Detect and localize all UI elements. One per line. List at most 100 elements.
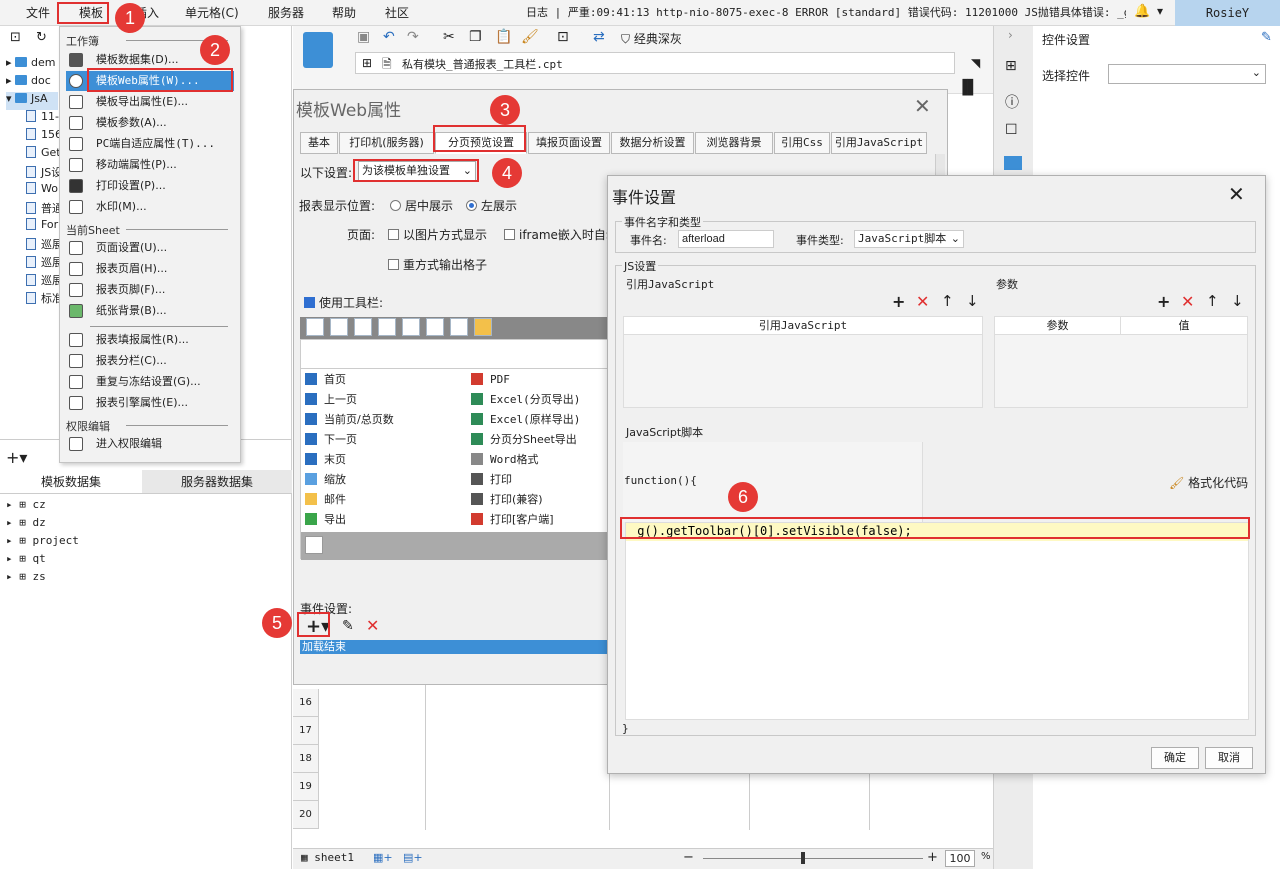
zoom-out-icon[interactable]: −	[683, 850, 694, 865]
tree-file[interactable]: For	[26, 218, 58, 236]
radio-center[interactable]: 居中展示	[390, 197, 453, 214]
radio-left[interactable]: 左展示	[466, 197, 517, 214]
close-icon[interactable]: ✕	[1228, 182, 1245, 206]
menu-item-footer[interactable]: 报表页脚(F)...	[66, 280, 234, 300]
button-excel-original[interactable]: Excel(原样导出)	[471, 410, 580, 430]
collapse-icon[interactable]: ›	[1008, 28, 1013, 42]
checkbox-use-toolbar[interactable]: 使用工具栏:	[304, 294, 383, 311]
menu-item-export-properties[interactable]: 模板导出属性(E)...	[66, 92, 234, 112]
info-icon[interactable]: ⓘ	[1005, 92, 1019, 112]
copy-icon[interactable]: ❐	[469, 29, 482, 45]
button-page-count[interactable]: 当前页/总页数	[305, 410, 394, 430]
tree-item[interactable]: ▸ doc	[6, 74, 51, 92]
tab-ref-css[interactable]: 引用Css	[774, 132, 830, 154]
tree-file[interactable]: 巡展	[26, 272, 63, 290]
tree-file[interactable]: Wor	[26, 182, 62, 200]
zoom-value[interactable]: 100	[945, 850, 975, 867]
mail-icon[interactable]	[474, 318, 492, 336]
menu-item-parameters[interactable]: 模板参数(A)...	[66, 113, 234, 133]
row-number[interactable]: 18	[293, 745, 319, 773]
add-form-sheet-icon[interactable]: ▤+	[403, 851, 423, 864]
tab-browser-bg[interactable]: 浏览器背景	[695, 132, 773, 154]
tab-template-datasets[interactable]: 模板数据集	[0, 470, 142, 494]
menu-item-header[interactable]: 报表页眉(H)...	[66, 259, 234, 279]
event-list-item[interactable]: 加载结束	[300, 640, 610, 654]
prev-page-icon[interactable]	[330, 318, 348, 336]
button-pdf[interactable]: PDF	[471, 370, 510, 390]
redo-icon[interactable]: ↷	[407, 29, 419, 45]
menu-item-engine[interactable]: 报表引擎属性(E)...	[66, 393, 234, 413]
button-print[interactable]: 打印	[471, 470, 512, 490]
button-next-page[interactable]: 下一页	[305, 430, 357, 450]
file-tab[interactable]: ⊞ 🗎 私有模块_普通报表_工具栏.cpt	[355, 52, 955, 74]
print-icon[interactable]	[426, 318, 444, 336]
zoom-slider-thumb[interactable]	[801, 852, 805, 864]
preview-icon[interactable]: ⊡	[557, 29, 569, 45]
tab-fill-page[interactable]: 填报页面设置	[528, 132, 610, 154]
last-page-icon[interactable]	[402, 318, 420, 336]
delete-ref-icon[interactable]: ✕	[916, 292, 929, 311]
button-prev-page[interactable]: 上一页	[305, 390, 357, 410]
param-up-icon[interactable]: ↑	[1206, 292, 1219, 310]
move-down-icon[interactable]: ↓	[966, 292, 979, 310]
first-page-icon[interactable]	[306, 318, 324, 336]
button-print-client[interactable]: 打印[客户端]	[471, 510, 554, 530]
menu-community[interactable]: 社区	[385, 4, 409, 21]
word-icon[interactable]	[305, 536, 323, 554]
menu-item-mobile[interactable]: 移动端属性(P)...	[66, 155, 234, 175]
dataset-item[interactable]: ▸ ⊞ zs	[6, 570, 46, 588]
menu-item-columns[interactable]: 报表分栏(C)...	[66, 351, 234, 371]
new-folder-icon[interactable]: ⊡	[10, 30, 21, 45]
tab-server-datasets[interactable]: 服务器数据集	[142, 470, 292, 494]
menu-item-page-setup[interactable]: 页面设置(U)...	[66, 238, 234, 258]
switch-icon[interactable]: ⇄	[593, 29, 605, 45]
button-excel-sheet[interactable]: 分页分Sheet导出	[471, 430, 577, 450]
tree-file[interactable]: 巡展	[26, 236, 63, 254]
button-last-page[interactable]: 末页	[305, 450, 346, 470]
select-widget-dropdown[interactable]: ⌄	[1108, 64, 1266, 84]
dataset-item[interactable]: ▸ ⊞ dz	[6, 516, 46, 534]
param-down-icon[interactable]: ↓	[1231, 292, 1244, 310]
menu-item-print-settings[interactable]: 打印设置(P)...	[66, 176, 234, 196]
status-log[interactable]: 日志 | 严重:09:41:13 http-nio-8075-exec-8 ER…	[526, 4, 1126, 20]
button-export[interactable]: 导出	[305, 510, 346, 530]
menu-help[interactable]: 帮助	[332, 4, 356, 21]
menu-item-freeze[interactable]: 重复与冻结设置(G)...	[66, 372, 234, 392]
menu-file[interactable]: 文件	[26, 4, 50, 21]
tree-item-selected[interactable]: ▾ JsA	[6, 92, 58, 110]
format-painter-icon[interactable]: 🖌	[521, 29, 539, 45]
widget-icon[interactable]	[1004, 156, 1022, 170]
move-up-icon[interactable]: ↑	[941, 292, 954, 310]
frame-icon[interactable]: ☐	[1005, 122, 1018, 138]
button-excel-page[interactable]: Excel(分页导出)	[471, 390, 580, 410]
button-word[interactable]: Word格式	[471, 450, 539, 470]
row-number[interactable]: 17	[293, 717, 319, 745]
add-ref-icon[interactable]: +	[892, 292, 905, 311]
event-name-field[interactable]: afterload	[678, 230, 774, 248]
undo-icon[interactable]: ↶	[383, 29, 395, 45]
row-number[interactable]: 19	[293, 773, 319, 801]
edit-icon[interactable]: ✎	[1261, 30, 1272, 45]
tree-file[interactable]: Get	[26, 146, 61, 164]
delete-event-icon[interactable]: ✕	[366, 616, 379, 635]
dataset-item[interactable]: ▸ ⊞ qt	[6, 552, 46, 570]
add-dataset-button[interactable]: +▾	[6, 448, 27, 467]
delete-param-icon[interactable]: ✕	[1181, 292, 1194, 311]
tab-ref-js[interactable]: 引用JavaScript	[831, 132, 927, 154]
row-number[interactable]: 20	[293, 801, 319, 829]
checkbox-iframe-auto[interactable]: iframe嵌入时自动	[504, 226, 608, 243]
event-type-select[interactable]: JavaScript脚本 ⌄	[854, 230, 964, 248]
button-mail[interactable]: 邮件	[305, 490, 346, 510]
tree-file[interactable]: 156	[26, 128, 62, 146]
button-zoom[interactable]: 缩放	[305, 470, 346, 490]
tree-file[interactable]: 标准	[26, 290, 63, 308]
bell-icon[interactable]: 🔔	[1134, 4, 1150, 19]
refresh-icon[interactable]: ↻	[36, 30, 47, 45]
tree-file[interactable]: 普通	[26, 200, 63, 218]
tab-basic[interactable]: 基本	[300, 132, 338, 154]
template-icon[interactable]	[303, 32, 333, 68]
pin-icon[interactable]: ◥	[971, 56, 980, 70]
tree-file[interactable]: 11-	[26, 110, 59, 128]
add-sheet-icon[interactable]: ▦+	[373, 851, 393, 864]
checkbox-output-cells[interactable]: 重方式输出格子	[388, 256, 487, 273]
